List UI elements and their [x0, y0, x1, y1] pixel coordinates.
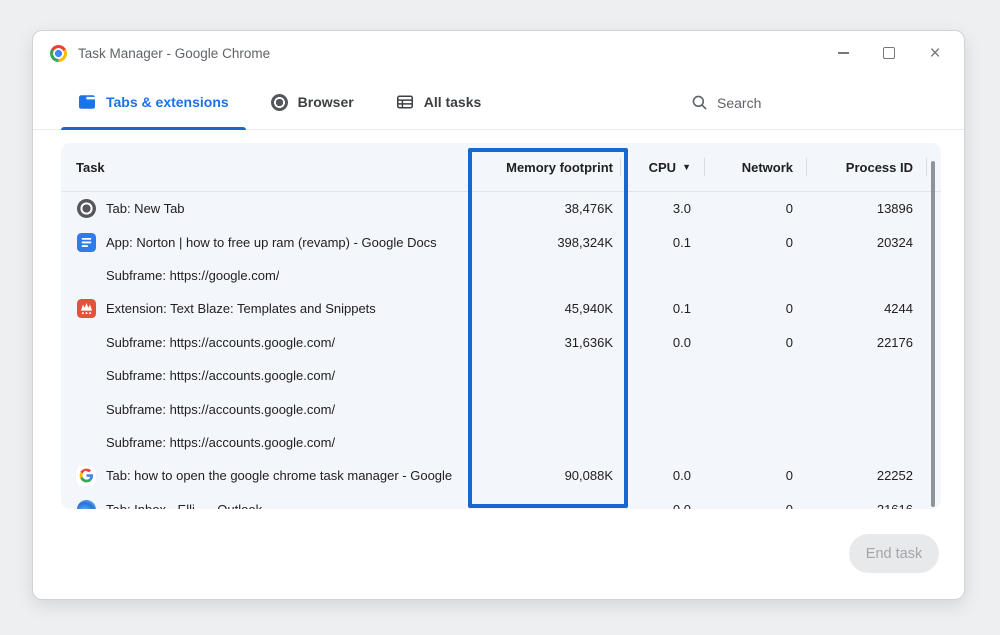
table-row[interactable]: App: Norton | how to free up ram (revamp… [61, 225, 941, 258]
network-value: 0 [705, 502, 807, 509]
table-row[interactable]: Subframe: https://accounts.google.com/ [61, 426, 941, 459]
task-manager-window: Task Manager - Google Chrome × Tabs & ex… [32, 30, 965, 600]
sort-descending-icon: ▼ [682, 162, 691, 172]
tab-label: All tasks [424, 94, 482, 110]
end-task-button[interactable]: End task [849, 534, 939, 573]
table-row[interactable]: Tab: Inbox - Elli... - Outlook 0.0 0 216… [61, 493, 941, 509]
process-id-value: 4244 [807, 301, 927, 316]
task-table: Task Memory footprint CPU ▼ Network Proc… [61, 143, 941, 509]
tab-label: Browser [298, 94, 354, 110]
tab-all-tasks[interactable]: All tasks [379, 75, 499, 129]
column-header-network[interactable]: Network [705, 143, 807, 191]
table-row[interactable]: Subframe: https://accounts.google.com/ [61, 359, 941, 392]
column-header-process-id[interactable]: Process ID [807, 143, 927, 191]
tab-label: Tabs & extensions [106, 94, 229, 110]
table-header-row: Task Memory footprint CPU ▼ Network Proc… [61, 143, 941, 192]
chrome-gray-icon [76, 199, 96, 219]
process-id-value: 20324 [807, 235, 927, 250]
close-icon[interactable]: × [928, 46, 942, 60]
process-id-value: 13896 [807, 201, 927, 216]
table-row[interactable]: Tab: New Tab 38,476K 3.0 0 13896 [61, 192, 941, 225]
tab-tabs-and-extensions[interactable]: Tabs & extensions [61, 75, 246, 129]
task-label: Subframe: https://accounts.google.com/ [106, 402, 335, 417]
task-label: Tab: how to open the google chrome task … [106, 468, 452, 483]
cpu-value: 0.0 [621, 468, 705, 483]
tab-bar: Tabs & extensions Browser All tasks [33, 75, 964, 130]
search-icon [691, 94, 708, 111]
title-bar: Task Manager - Google Chrome × [33, 31, 964, 75]
tab-browser[interactable]: Browser [254, 75, 371, 129]
network-value: 0 [705, 335, 807, 350]
network-value: 0 [705, 301, 807, 316]
table-row[interactable]: Subframe: https://accounts.google.com/ 3… [61, 326, 941, 359]
column-header-memory-footprint[interactable]: Memory footprint [468, 143, 621, 191]
task-label: Extension: Text Blaze: Templates and Sni… [106, 301, 376, 316]
chrome-logo-icon [50, 45, 67, 62]
task-label: Subframe: https://accounts.google.com/ [106, 435, 335, 450]
task-label: App: Norton | how to free up ram (revamp… [106, 235, 437, 250]
cpu-value: 0.1 [621, 235, 705, 250]
table-body: Tab: New Tab 38,476K 3.0 0 13896 App: No… [61, 192, 941, 509]
cpu-value: 0.0 [621, 335, 705, 350]
memory-value: 38,476K [468, 201, 621, 216]
desktop-background: Task Manager - Google Chrome × Tabs & ex… [0, 0, 1000, 635]
network-value: 0 [705, 201, 807, 216]
process-id-value: 22176 [807, 335, 927, 350]
memory-value: 31,636K [468, 335, 621, 350]
process-id-value: 22252 [807, 468, 927, 483]
search-box[interactable] [691, 75, 837, 130]
cpu-value: 0.1 [621, 301, 705, 316]
grid-icon [396, 93, 414, 111]
misc-blue-icon [76, 499, 96, 509]
column-header-cpu[interactable]: CPU ▼ [621, 143, 705, 191]
text-blaze-icon [76, 299, 96, 319]
task-label: Tab: Inbox - Elli... - Outlook [106, 502, 262, 509]
network-value: 0 [705, 235, 807, 250]
task-label: Subframe: https://accounts.google.com/ [106, 368, 335, 383]
chrome-icon [271, 94, 288, 111]
maximize-icon[interactable] [882, 46, 896, 60]
memory-value: 398,324K [468, 235, 621, 250]
task-label: Subframe: https://google.com/ [106, 268, 279, 283]
memory-value: 90,088K [468, 468, 621, 483]
table-row[interactable]: Extension: Text Blaze: Templates and Sni… [61, 292, 941, 325]
table-row[interactable]: Tab: how to open the google chrome task … [61, 459, 941, 492]
memory-value: 45,940K [468, 301, 621, 316]
table-row[interactable]: Subframe: https://accounts.google.com/ [61, 392, 941, 425]
table-row[interactable]: Subframe: https://google.com/ [61, 259, 941, 292]
google-g-icon [76, 466, 96, 486]
window-title: Task Manager - Google Chrome [78, 46, 270, 61]
network-value: 0 [705, 468, 807, 483]
column-header-task[interactable]: Task [61, 143, 468, 191]
minimize-icon[interactable] [836, 46, 850, 60]
search-input[interactable] [717, 95, 837, 111]
task-label: Tab: New Tab [106, 201, 185, 216]
tab-icon [78, 93, 96, 111]
cpu-value: 0.0 [621, 502, 705, 509]
cpu-value: 3.0 [621, 201, 705, 216]
task-label: Subframe: https://accounts.google.com/ [106, 335, 335, 350]
process-id-value: 21616 [807, 502, 927, 509]
vertical-scrollbar[interactable] [931, 161, 935, 507]
window-controls: × [836, 31, 942, 75]
google-docs-icon [76, 232, 96, 252]
